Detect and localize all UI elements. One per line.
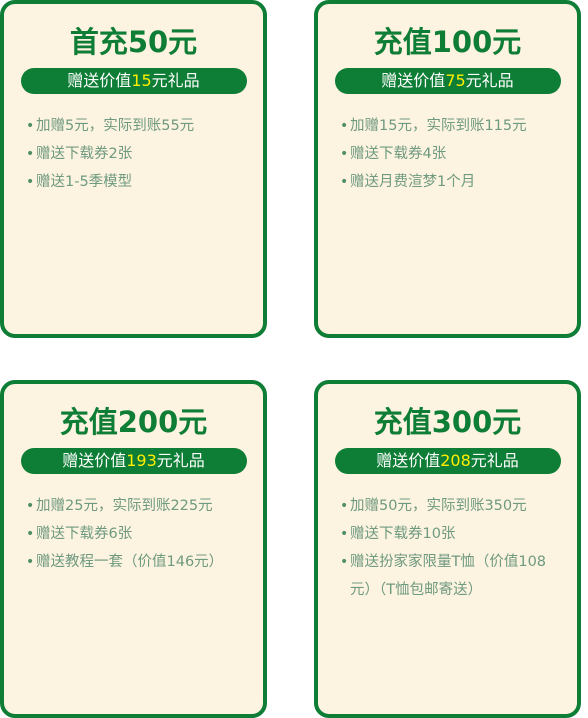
gift-value-badge: 赠送价值193元礼品 bbox=[20, 448, 247, 474]
bullet-dot-icon: • bbox=[340, 146, 349, 162]
card-title: 充值100元 bbox=[373, 25, 522, 59]
bullet-dot-icon: • bbox=[340, 498, 349, 514]
card-title: 首充50元 bbox=[69, 25, 198, 59]
gift-value-badge: 赠送价值15元礼品 bbox=[20, 68, 247, 94]
badge-amount: 208 bbox=[440, 451, 471, 470]
perk-list: • 加赠5元，实际到账55元 • 赠送下载券2张 • 赠送1-5季模型 bbox=[4, 112, 263, 196]
perk-text: 赠送下载券2张 bbox=[36, 146, 133, 162]
perk-text: 加赠50元，实际到账350元 bbox=[350, 498, 527, 514]
badge-amount: 75 bbox=[445, 71, 466, 90]
recharge-card-100[interactable]: 充值100元 赠送价值75元礼品 • 加赠15元，实际到账115元 • 赠送下载券4… bbox=[314, 0, 581, 338]
perk-text: 赠送扮家家限量T恤（价值108元）（T恤包邮寄送） bbox=[350, 554, 547, 598]
badge-suffix: 元礼品 bbox=[156, 451, 205, 470]
gift-value-badge: 赠送价值208元礼品 bbox=[334, 448, 561, 474]
perk-text: 赠送下载券10张 bbox=[350, 526, 456, 542]
perk-item: • 加赠15元，实际到账115元 bbox=[340, 112, 565, 140]
perk-item: • 加赠5元，实际到账55元 bbox=[26, 112, 251, 140]
recharge-card-200[interactable]: 充值200元 赠送价值193元礼品 • 加赠25元，实际到账225元 • 赠送下载券… bbox=[0, 380, 267, 718]
bullet-dot-icon: • bbox=[340, 526, 349, 542]
bullet-dot-icon: • bbox=[26, 174, 35, 190]
perk-list: • 加赠50元，实际到账350元 • 赠送下载券10张 • 赠送扮家家限量T恤（价值1… bbox=[318, 492, 577, 604]
perk-list: • 加赠25元，实际到账225元 • 赠送下载券6张 • 赠送教程一套（价值146元） bbox=[4, 492, 263, 576]
perk-item: • 赠送教程一套（价值146元） bbox=[26, 548, 251, 576]
badge-suffix: 元礼品 bbox=[470, 451, 519, 470]
perk-item: • 赠送下载券2张 bbox=[26, 140, 251, 168]
badge-prefix: 赠送价值 bbox=[62, 451, 127, 470]
bullet-dot-icon: • bbox=[26, 526, 35, 542]
perk-text: 赠送下载券6张 bbox=[36, 526, 133, 542]
badge-prefix: 赠送价值 bbox=[381, 71, 446, 90]
perk-item: • 加赠25元，实际到账225元 bbox=[26, 492, 251, 520]
perk-text: 加赠15元，实际到账115元 bbox=[350, 118, 527, 134]
perk-item: • 赠送1-5季模型 bbox=[26, 168, 251, 196]
bullet-dot-icon: • bbox=[26, 118, 35, 134]
perk-item: • 赠送下载券10张 bbox=[340, 520, 565, 548]
bullet-dot-icon: • bbox=[26, 554, 35, 570]
perk-text: 赠送下载券4张 bbox=[350, 146, 447, 162]
perk-text: 赠送1-5季模型 bbox=[36, 174, 133, 190]
gift-value-badge: 赠送价值75元礼品 bbox=[334, 68, 561, 94]
bullet-dot-icon: • bbox=[340, 554, 349, 570]
badge-suffix: 元礼品 bbox=[151, 71, 200, 90]
bullet-dot-icon: • bbox=[26, 146, 35, 162]
perk-text: 赠送月费渲梦1个月 bbox=[350, 174, 476, 190]
perk-item: • 赠送扮家家限量T恤（价值108元）（T恤包邮寄送） bbox=[340, 548, 565, 604]
perk-item: • 赠送下载券6张 bbox=[26, 520, 251, 548]
perk-list: • 加赠15元，实际到账115元 • 赠送下载券4张 • 赠送月费渲梦1个月 bbox=[318, 112, 577, 196]
badge-prefix: 赠送价值 bbox=[67, 71, 132, 90]
badge-prefix: 赠送价值 bbox=[376, 451, 441, 470]
perk-item: • 赠送月费渲梦1个月 bbox=[340, 168, 565, 196]
bullet-dot-icon: • bbox=[340, 174, 349, 190]
perk-text: 加赠25元，实际到账225元 bbox=[36, 498, 213, 514]
recharge-card-300[interactable]: 充值300元 赠送价值208元礼品 • 加赠50元，实际到账350元 • 赠送下载券… bbox=[314, 380, 581, 718]
badge-amount: 193 bbox=[126, 451, 157, 470]
recharge-card-50[interactable]: 首充50元 赠送价值15元礼品 • 加赠5元，实际到账55元 • 赠送下载券2张 •… bbox=[0, 0, 267, 338]
badge-amount: 15 bbox=[131, 71, 152, 90]
perk-item: • 赠送下载券4张 bbox=[340, 140, 565, 168]
perk-text: 赠送教程一套（价值146元） bbox=[36, 554, 224, 570]
perk-item: • 加赠50元，实际到账350元 bbox=[340, 492, 565, 520]
bullet-dot-icon: • bbox=[26, 498, 35, 514]
perk-text: 加赠5元，实际到账55元 bbox=[36, 118, 195, 134]
card-title: 充值300元 bbox=[373, 405, 522, 439]
card-title: 充值200元 bbox=[59, 405, 208, 439]
bullet-dot-icon: • bbox=[340, 118, 349, 134]
badge-suffix: 元礼品 bbox=[465, 71, 514, 90]
